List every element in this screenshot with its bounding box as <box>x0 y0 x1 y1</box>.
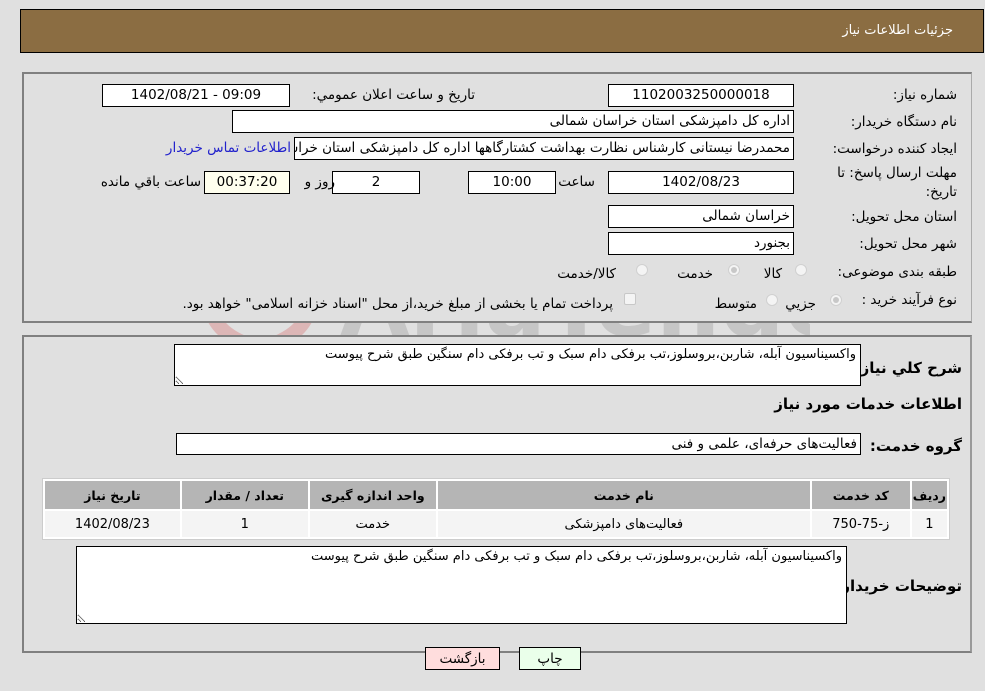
buyer-notes-textarea[interactable]: واکسیناسیون آبله، شاربن،بروسلوز،تب برفکی… <box>76 546 847 624</box>
announce-label: تاریخ و ساعت اعلان عمومي: <box>312 87 475 103</box>
remaining-label: ساعت باقي مانده <box>100 174 201 190</box>
process-option-minor: جزيي <box>785 296 816 312</box>
col-unit: واحد اندازه گیری <box>309 481 436 509</box>
cell-unit: خدمت <box>309 511 436 537</box>
process-option-medium: متوسط <box>714 296 757 312</box>
category-option-goods: کالا <box>763 266 782 282</box>
summary-textarea[interactable]: واکسیناسیون آبله، شاربن،بروسلوز،تب برفکی… <box>174 344 861 386</box>
service-group-label: گروه خدمت: <box>869 437 962 455</box>
col-row-number: ردیف <box>911 481 947 509</box>
city-label: شهر محل تحویل: <box>859 236 957 252</box>
treasury-checkbox[interactable] <box>624 293 636 305</box>
need-info-panel: شماره نیاز: 1102003250000018 تاریخ و ساع… <box>22 72 972 323</box>
services-heading: اطلاعات خدمات مورد نیاز <box>774 395 962 413</box>
table-header-row: ردیف کد خدمت نام خدمت واحد اندازه گیری ت… <box>45 481 947 509</box>
creator-field: محمدرضا نیستانی کارشناس نظارت بهداشت کشت… <box>294 137 794 160</box>
cell-quantity: 1 <box>181 511 308 537</box>
days-field: 2 <box>332 171 420 194</box>
buyer-notes-label: توضیحات خریدار: <box>835 577 962 595</box>
cell-row-number: 1 <box>911 511 947 537</box>
announce-datetime-field: 1402/08/21 - 09:09 <box>102 84 290 107</box>
service-group-field: فعالیت‌های حرفه‌ای، علمی و فنی <box>176 433 861 455</box>
category-radio-goods[interactable] <box>795 264 807 276</box>
print-button[interactable]: چاپ <box>519 647 581 670</box>
province-label: استان محل تحویل: <box>851 209 957 225</box>
need-number-field: 1102003250000018 <box>608 84 794 107</box>
page-header: جزئیات اطلاعات نیاز <box>20 9 984 53</box>
col-quantity: تعداد / مقدار <box>181 481 308 509</box>
cell-need-date: 1402/08/23 <box>45 511 180 537</box>
table-row: 1 ز-75-750 فعالیت‌های دامپزشکی خدمت 1 14… <box>45 511 947 537</box>
services-table: ردیف کد خدمت نام خدمت واحد اندازه گیری ت… <box>42 478 950 540</box>
category-option-goods-service: کالا/خدمت <box>557 266 616 282</box>
deadline-time-label: ساعت <box>558 174 595 190</box>
col-service-code: کد خدمت <box>811 481 910 509</box>
deadline-time-field: 10:00 <box>468 171 556 194</box>
col-need-date: تاریخ نیاز <box>45 481 180 509</box>
category-option-service: خدمت <box>677 266 713 282</box>
process-radio-medium[interactable] <box>766 294 778 306</box>
buyer-org-label: نام دستگاه خریدار: <box>850 114 957 130</box>
province-field: خراسان شمالی <box>608 205 794 228</box>
col-service-name: نام خدمت <box>437 481 810 509</box>
need-details-panel: شرح کلي نیاز: واکسیناسیون آبله، شاربن،بر… <box>22 335 972 653</box>
process-label: نوع فرآیند خرید : <box>861 292 957 308</box>
category-radio-service[interactable] <box>728 264 740 276</box>
deadline-date-field: 1402/08/23 <box>608 171 794 194</box>
cell-service-name: فعالیت‌های دامپزشکی <box>437 511 810 537</box>
summary-label: شرح کلي نیاز: <box>854 359 962 377</box>
city-field: بجنورد <box>608 232 794 255</box>
page-title: جزئیات اطلاعات نیاز <box>842 23 953 38</box>
need-number-label: شماره نیاز: <box>892 87 957 103</box>
category-label: طبقه بندی موضوعی: <box>837 264 957 280</box>
deadline-label: مهلت ارسال پاسخ: تا تاریخ: <box>837 165 957 200</box>
buyer-contact-link[interactable]: اطلاعات تماس خریدار <box>166 140 291 156</box>
process-radio-minor[interactable] <box>830 294 842 306</box>
buyer-org-field: اداره کل دامپزشکی استان خراسان شمالی <box>232 110 794 133</box>
days-label: روز و <box>304 174 335 190</box>
cell-service-code: ز-75-750 <box>811 511 910 537</box>
creator-label: ایجاد کننده درخواست: <box>832 141 957 157</box>
remaining-time-field: 00:37:20 <box>204 171 290 194</box>
category-radio-goods-service[interactable] <box>636 264 648 276</box>
treasury-note: پرداخت تمام یا بخشی از مبلغ خرید،از محل … <box>182 296 613 312</box>
back-button[interactable]: بازگشت <box>425 647 500 670</box>
